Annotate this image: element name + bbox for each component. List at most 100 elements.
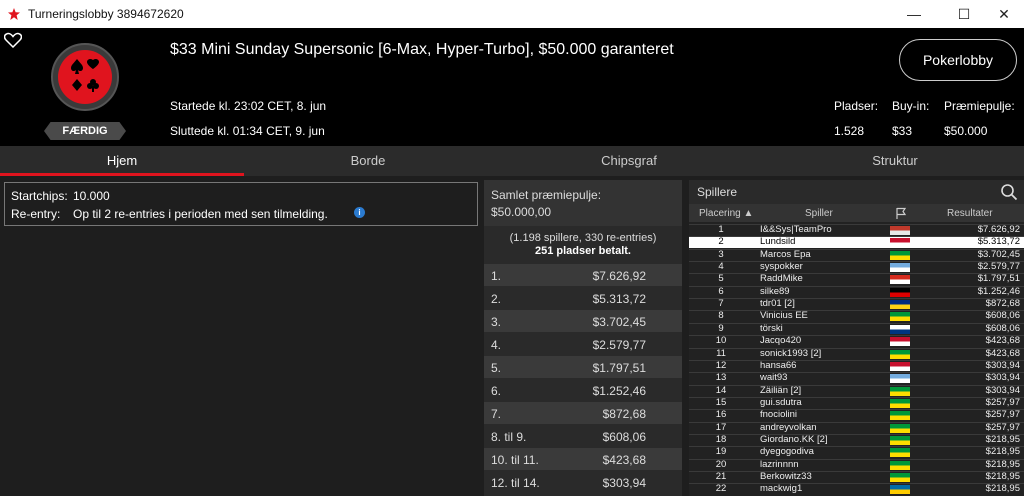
player-result: $257,97 (985, 409, 1020, 421)
country-flag-icon (890, 337, 910, 347)
tab-hjem[interactable]: Hjem (0, 146, 244, 176)
tab-borde[interactable]: Borde (244, 146, 492, 176)
prize-row: 6. $1.252,46 (484, 379, 682, 401)
player-result: $218,95 (985, 433, 1020, 445)
seats-value: 1.528 (834, 124, 865, 138)
country-flag-icon (890, 485, 910, 495)
player-row[interactable]: 17 andreyvolkan $257,97 (689, 421, 1024, 434)
prize-place: 8. til 9. (491, 430, 527, 444)
player-row[interactable]: 19 dyegogodiva $218,95 (689, 446, 1024, 458)
player-row[interactable]: 21 Berkowitz33 $218,95 (689, 471, 1024, 483)
prize-amount: $5.313,72 (592, 292, 646, 306)
player-result: $218,95 (985, 458, 1020, 470)
country-flag-icon (890, 250, 910, 260)
player-rank: 20 (715, 458, 727, 470)
players-count: (1.198 spillere, 330 re-entries) (509, 232, 657, 244)
country-flag-icon (890, 361, 910, 371)
player-name: fnociolini (760, 409, 797, 421)
player-row[interactable]: 2 Lundsild $5.313,72 (689, 236, 1024, 249)
col-spiller[interactable]: Spiller (805, 208, 833, 219)
player-name: Giordano.KK [2] (760, 433, 828, 445)
player-row[interactable]: 20 lazrinnnn $218,95 (689, 458, 1024, 471)
player-rank: 2 (718, 236, 724, 248)
player-result: $2.579,77 (977, 261, 1020, 273)
player-row[interactable]: 10 Jacqo420 $423,68 (689, 335, 1024, 347)
player-row[interactable]: 9 törski $608,06 (689, 322, 1024, 335)
player-row[interactable]: 15 gui.sdutra $257,97 (689, 396, 1024, 409)
country-flag-icon (890, 423, 910, 433)
end-time: Sluttede kl. 01:34 CET, 9. jun (170, 124, 325, 138)
player-row[interactable]: 16 fnociolini $257,97 (689, 409, 1024, 421)
pokerlobby-button[interactable]: Pokerlobby (899, 39, 1017, 81)
prize-place: 7. (491, 407, 502, 421)
player-rank: 5 (718, 273, 724, 285)
player-row[interactable]: 4 syspokker $2.579,77 (689, 261, 1024, 273)
country-flag-icon (890, 263, 910, 273)
player-name: lazrinnnn (760, 458, 799, 470)
prize-place: 3. (491, 315, 502, 329)
player-rank: 21 (715, 471, 727, 482)
seats-label: Pladser: (834, 99, 879, 113)
info-icon[interactable]: i (354, 207, 365, 218)
player-row[interactable]: 6 silke89 $1.252,46 (689, 285, 1024, 298)
prize-row: 12. til 14. $303,94 (484, 471, 682, 493)
prize-place: 4. (491, 338, 502, 352)
player-result: $218,95 (985, 446, 1020, 458)
player-name: Berkowitz33 (760, 471, 812, 482)
player-row[interactable]: 7 tdr01 [2] $872,68 (689, 298, 1024, 310)
player-result: $1.797,51 (977, 273, 1020, 285)
player-row[interactable]: 5 RaddMike $1.797,51 (689, 273, 1024, 285)
minimize-button[interactable]: — (904, 4, 924, 24)
country-flag-icon (890, 473, 910, 482)
col-resultater[interactable]: Resultater (947, 208, 993, 219)
country-flag-icon (890, 398, 910, 408)
player-row[interactable]: 18 Giordano.KK [2] $218,95 (689, 433, 1024, 446)
country-flag-icon (890, 349, 910, 359)
player-row[interactable]: 8 Vinicius EE $608,06 (689, 310, 1024, 322)
player-row[interactable]: 11 sonick1993 [2] $423,68 (689, 347, 1024, 360)
player-row[interactable]: 1 I&&Sys|TeamPro $7.626,92 (689, 224, 1024, 236)
startchips-label: Startchips: (11, 189, 68, 203)
reentry-value: Op til 2 re-entries i perioden med sen t… (73, 207, 328, 221)
tab-chipsgraf[interactable]: Chipsgraf (492, 146, 766, 176)
prize-place: 10. til 11. (491, 453, 539, 467)
player-name: syspokker (760, 261, 803, 273)
prize-amount: $3.702,45 (592, 315, 646, 329)
col-placering[interactable]: Placering ▲ (699, 208, 753, 219)
player-row[interactable]: 13 wait93 $303,94 (689, 372, 1024, 384)
player-row[interactable]: 22 mackwig1 $218,95 (689, 483, 1024, 495)
player-row[interactable]: 12 hansa66 $303,94 (689, 359, 1024, 372)
favorite-heart-icon[interactable] (4, 32, 22, 48)
close-button[interactable]: ✕ (994, 4, 1014, 24)
active-tab-indicator (0, 173, 244, 176)
prizepool-title: Samlet præmiepulje: (491, 188, 602, 202)
prize-place: 6. (491, 384, 502, 398)
players-column-headers: Placering ▲ Spiller Resultater (689, 204, 1024, 222)
tab-struktur[interactable]: Struktur (766, 146, 1024, 176)
player-name: RaddMike (760, 273, 803, 285)
maximize-button[interactable]: ☐ (954, 4, 974, 24)
player-row[interactable]: 3 Marcos Epa $3.702,45 (689, 248, 1024, 261)
prize-amount: $872,68 (602, 407, 646, 421)
prize-row: 2. $5.313,72 (484, 287, 682, 309)
player-name: andreyvolkan (760, 421, 817, 433)
player-rank: 4 (718, 261, 724, 273)
prize-row: 1. $7.626,92 (484, 264, 682, 286)
player-result: $7.626,92 (977, 224, 1020, 235)
player-name: dyegogodiva (760, 446, 814, 458)
player-result: $423,68 (985, 335, 1020, 347)
flag-icon[interactable] (895, 207, 907, 219)
player-rank: 3 (718, 248, 724, 260)
player-rank: 17 (715, 421, 727, 433)
player-name: hansa66 (760, 359, 797, 371)
search-icon[interactable] (1000, 183, 1018, 201)
player-rank: 16 (715, 409, 727, 421)
country-flag-icon (890, 324, 910, 334)
country-flag-icon (890, 275, 910, 285)
player-rank: 13 (715, 372, 727, 384)
prize-header: Samlet præmiepulje: $50.000,00 (484, 180, 682, 226)
player-name: törski (760, 322, 783, 334)
player-row[interactable]: 14 Zäiliän [2] $303,94 (689, 384, 1024, 397)
player-result: $1.252,46 (977, 285, 1020, 297)
prizepool-value: $50.000 (944, 124, 988, 138)
